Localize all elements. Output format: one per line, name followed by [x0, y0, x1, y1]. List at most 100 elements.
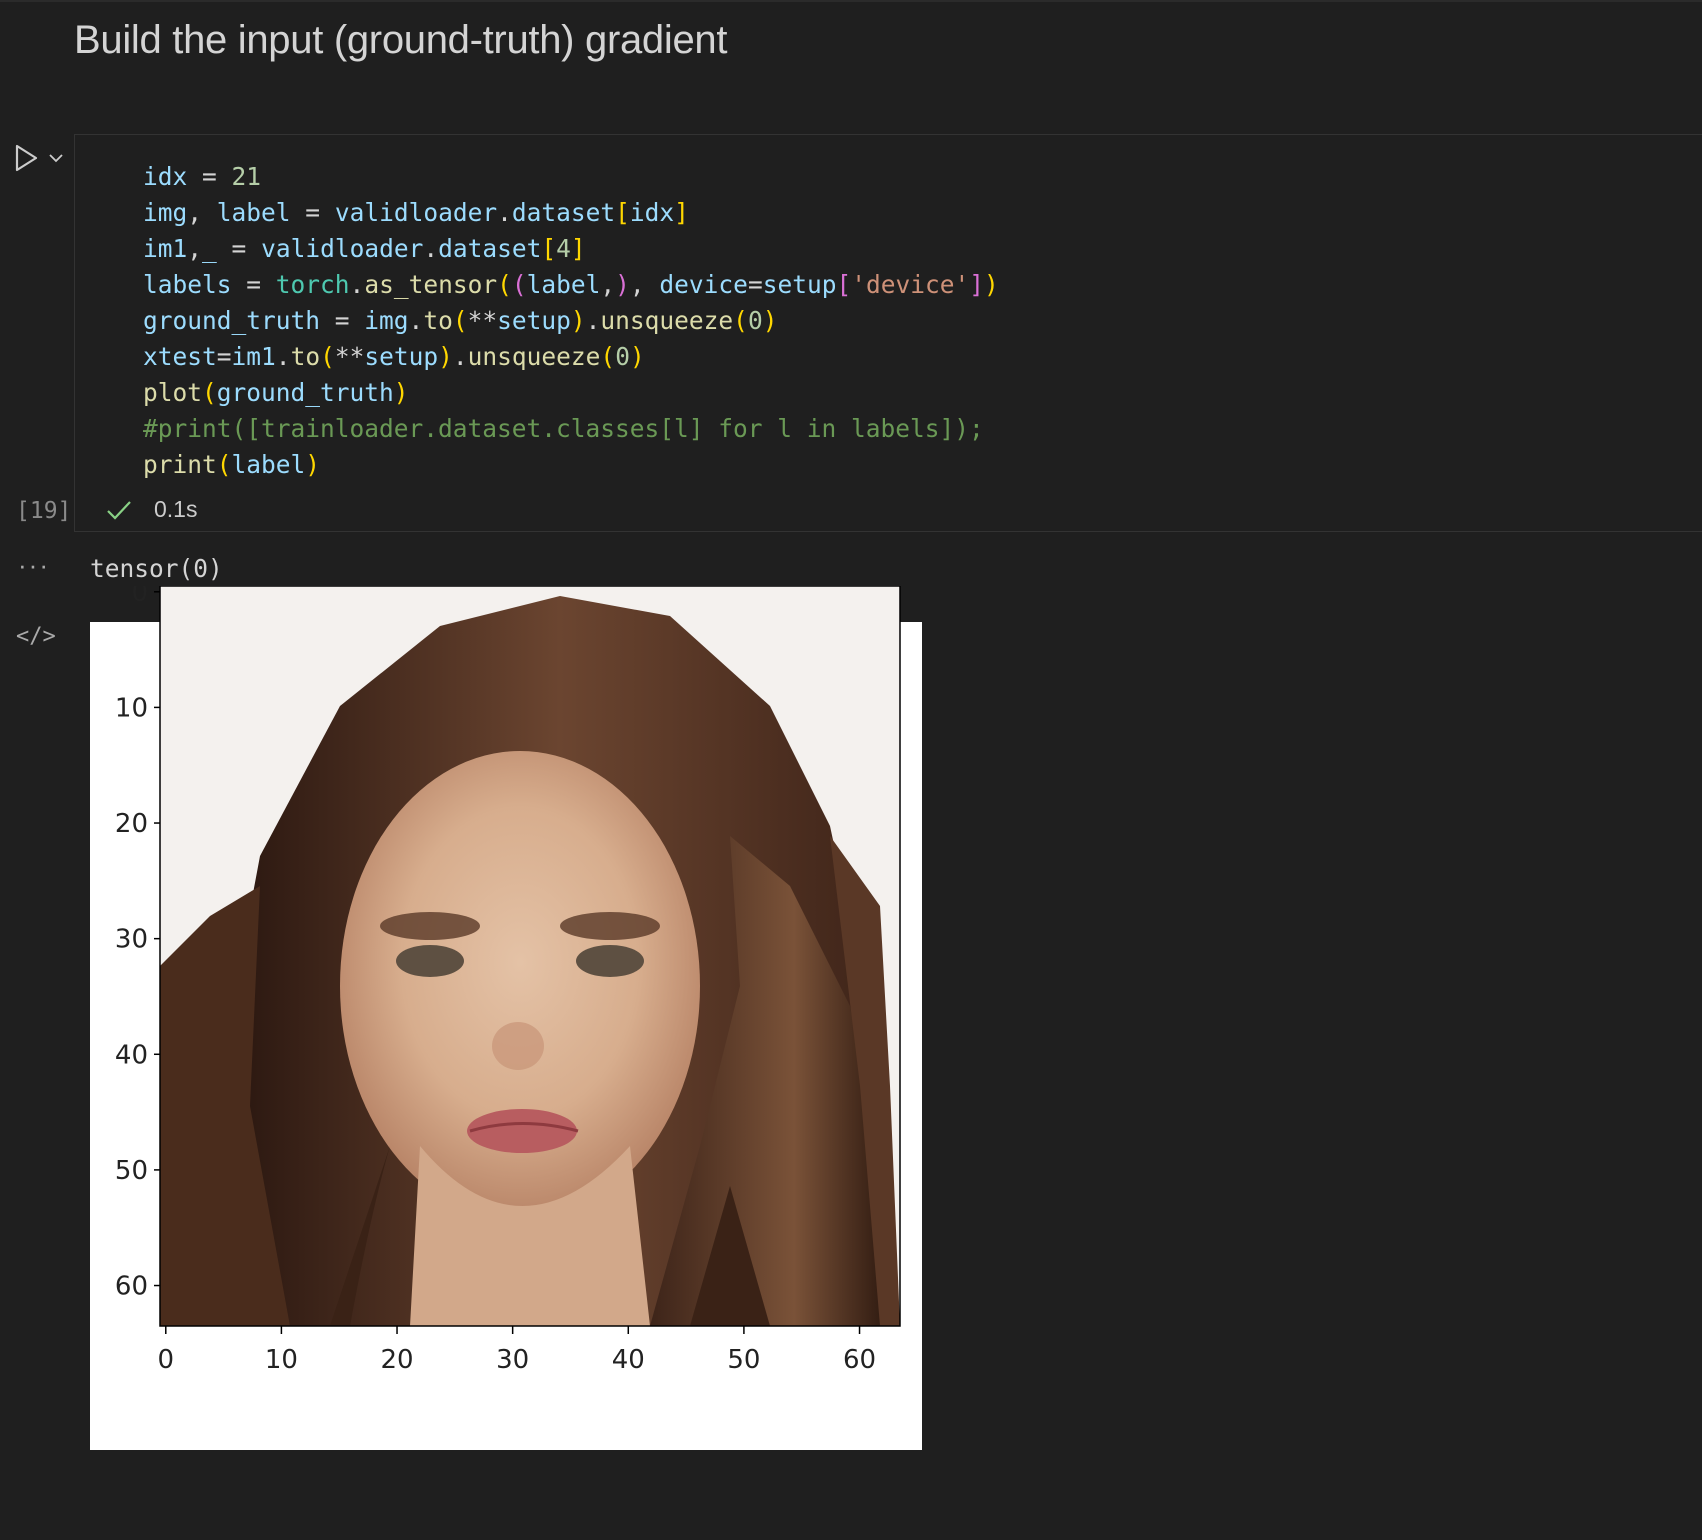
code-token: ] [674, 198, 689, 227]
code-token: unsqueeze [600, 306, 734, 335]
axes: 0 10 20 30 40 50 60 0 10 20 30 40 50 60 [115, 578, 901, 1375]
code-line[interactable]: img, label = validloader.dataset[idx] [143, 195, 999, 231]
output-figure: 0 10 20 30 40 50 60 0 10 20 30 40 50 60 [90, 578, 922, 1450]
code-cell-editor[interactable]: idx = 21 img, label = validloader.dataset… [74, 134, 1702, 532]
code-token: , [187, 198, 217, 227]
code-line[interactable]: idx = 21 [143, 159, 999, 195]
code-line[interactable]: xtest=im1.to(**setup).unsqueeze(0) [143, 339, 999, 375]
code-token: dataset [438, 234, 542, 263]
code-token: print [143, 450, 217, 479]
code-token: = [231, 270, 276, 299]
code-token: setup [762, 270, 837, 299]
check-icon [107, 500, 131, 520]
cell-status: 0.1s [106, 496, 197, 523]
code-line[interactable]: labels = torch.as_tensor((label,), devic… [143, 267, 999, 303]
code-token: validloader [261, 234, 424, 263]
code-token: ( [320, 342, 335, 371]
markdown-heading: Build the input (ground-truth) gradient [74, 18, 728, 62]
code-token: im1 [231, 342, 276, 371]
code-token: ) [438, 342, 453, 371]
x-tick-label: 40 [612, 1345, 645, 1375]
top-divider [0, 0, 1702, 2]
code-token: xtest [143, 342, 217, 371]
code-token: ) [762, 306, 778, 335]
code-token: ground_truth [143, 306, 321, 335]
code-line[interactable]: print(label) [143, 447, 999, 483]
execution-count: [19] [16, 498, 72, 524]
code-line[interactable]: im1,_ = validloader.dataset[4] [143, 231, 999, 267]
code-token: ) [984, 270, 999, 299]
x-tick-label: 60 [843, 1345, 876, 1375]
code-token: . [349, 270, 365, 299]
code-token: 21 [231, 162, 262, 191]
code-icon[interactable]: </> [16, 624, 56, 649]
code-line[interactable]: plot(ground_truth) [143, 375, 999, 411]
y-tick-label: 40 [115, 1040, 148, 1070]
run-options-dropdown[interactable] [48, 152, 64, 164]
code-token: 'device' [851, 270, 970, 299]
y-tick-label: 30 [115, 925, 148, 955]
code-token: . [452, 342, 468, 371]
code-token: = [290, 198, 335, 227]
code-token: to [423, 306, 453, 335]
code-token: as_tensor [364, 270, 498, 299]
code-token: [ [541, 234, 557, 263]
play-icon [15, 144, 38, 172]
code-token: label [231, 450, 306, 479]
code-token: ] [969, 270, 985, 299]
code-token: 0 [615, 342, 630, 371]
code-token: ( [733, 306, 748, 335]
code-token: ) [570, 306, 586, 335]
y-tick-label: 60 [115, 1272, 148, 1302]
code-line[interactable]: #print([trainloader.dataset.classes[l] f… [143, 411, 999, 447]
output-text: tensor(0) [90, 554, 223, 583]
x-tick-label: 10 [265, 1345, 298, 1375]
code-token: [ [836, 270, 852, 299]
code-block[interactable]: idx = 21 img, label = validloader.dataset… [143, 159, 999, 483]
code-token: dataset [511, 198, 616, 227]
code-token: ground_truth [216, 378, 394, 407]
code-token: unsqueeze [467, 342, 601, 371]
code-token: validloader [334, 198, 498, 227]
cell-run-toolbar [14, 144, 64, 172]
code-token: idx [143, 162, 188, 191]
code-token: . [275, 342, 291, 371]
code-token: ( [452, 306, 468, 335]
y-tick-label: 10 [115, 693, 148, 723]
code-token: [ [615, 198, 630, 227]
code-token: label [526, 270, 601, 299]
code-token: plot [143, 378, 203, 407]
code-token: idx [629, 198, 675, 227]
code-token: = [216, 234, 262, 263]
image-plot: 0 10 20 30 40 50 60 0 10 20 30 40 50 60 [90, 578, 922, 1450]
code-token: _ [202, 234, 217, 263]
code-token: ] [570, 234, 586, 263]
code-token: ** [334, 342, 365, 371]
code-token: = [320, 306, 365, 335]
code-token: ** [467, 306, 498, 335]
code-token: ) [305, 450, 321, 479]
code-token: im1 [143, 234, 188, 263]
ellipsis-icon[interactable]: ··· [18, 550, 50, 581]
code-token: to [290, 342, 321, 371]
code-token: setup [364, 342, 439, 371]
execution-time: 0.1s [154, 496, 198, 522]
code-token: , [629, 270, 660, 299]
code-token: = [747, 270, 763, 299]
x-tick-label: 30 [496, 1345, 529, 1375]
code-token: . [423, 234, 439, 263]
code-token: . [497, 198, 512, 227]
x-tick-label: 0 [158, 1345, 175, 1375]
code-line[interactable]: ground_truth = img.to(**setup).unsqueeze… [143, 303, 999, 339]
y-tick-label: 50 [115, 1156, 148, 1186]
code-token: . [585, 306, 601, 335]
code-token: ( [216, 450, 232, 479]
code-token: label [216, 198, 291, 227]
code-token: labels [143, 270, 232, 299]
code-token: device [659, 270, 748, 299]
code-token: img [143, 198, 188, 227]
x-tick-label: 20 [380, 1345, 413, 1375]
run-cell-button[interactable] [14, 144, 40, 172]
code-token: ) [629, 342, 645, 371]
code-token: 0 [747, 306, 763, 335]
